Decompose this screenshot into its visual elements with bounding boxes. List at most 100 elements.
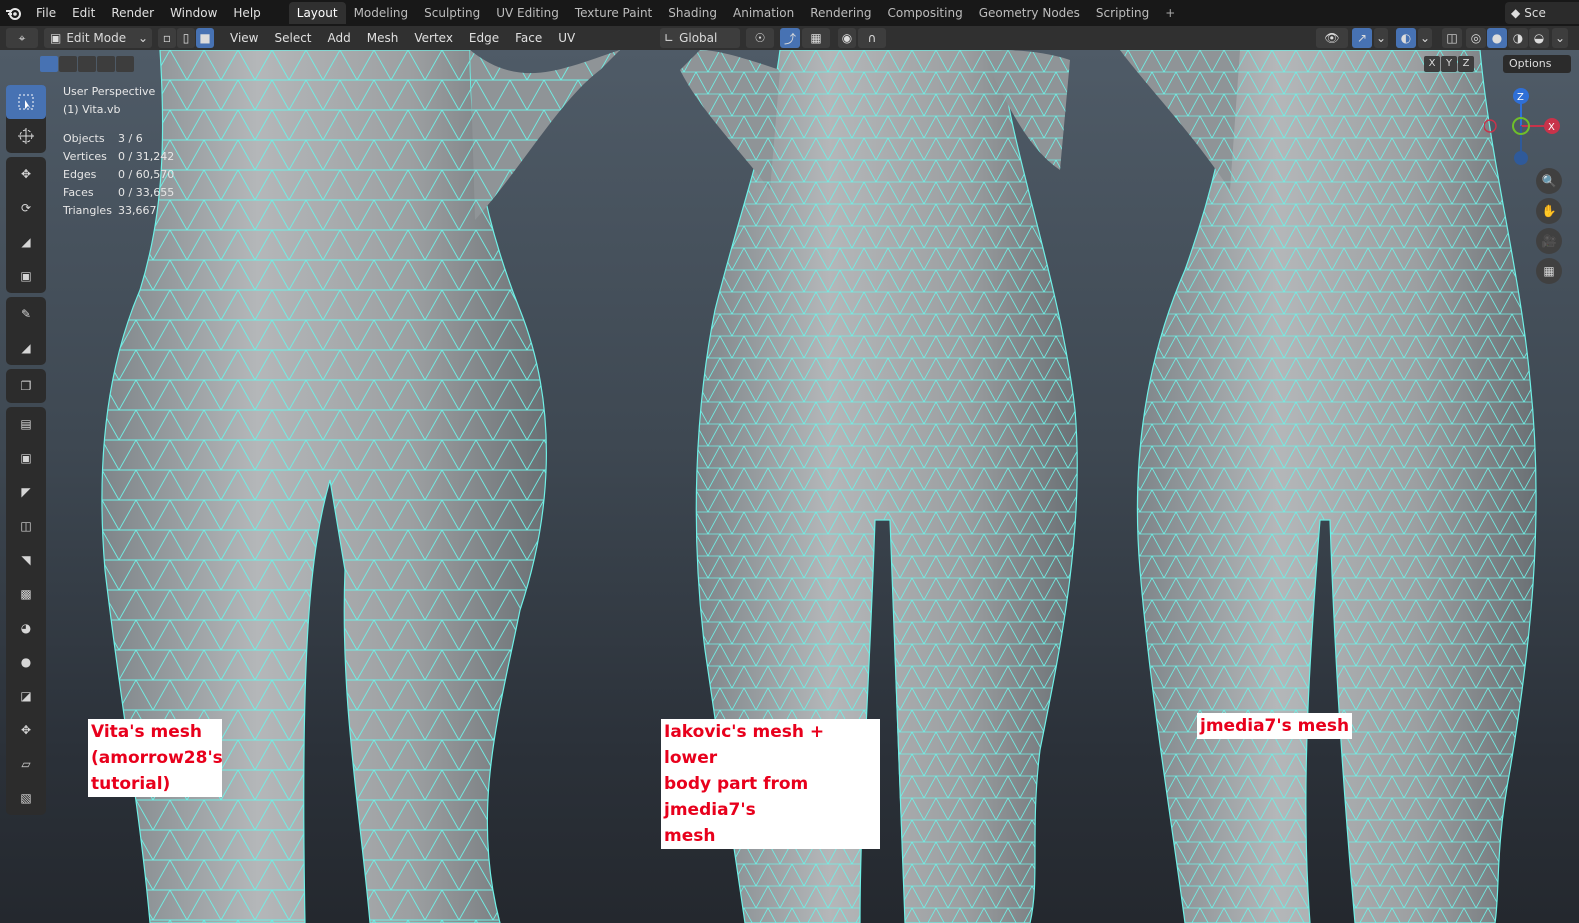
stat-value: 3 / 6 <box>118 132 143 145</box>
menu-edit[interactable]: Edit <box>64 0 103 26</box>
select-invert-icon[interactable] <box>97 56 115 72</box>
zoom-icon[interactable]: 🔍 <box>1536 168 1562 194</box>
menu-add[interactable]: Add <box>320 26 359 50</box>
select-intersect-icon[interactable] <box>116 56 134 72</box>
menu-mesh[interactable]: Mesh <box>359 26 407 50</box>
menu-face[interactable]: Face <box>507 26 550 50</box>
scene-selector[interactable]: ◆ Sce <box>1505 2 1579 24</box>
scene-icon: ◆ <box>1511 6 1521 20</box>
falloff-icon[interactable]: ∩ <box>858 28 886 48</box>
tab-scripting[interactable]: Scripting <box>1088 2 1157 24</box>
stat-row: Triangles 33,667 <box>63 202 174 220</box>
options-dropdown[interactable]: Options <box>1503 55 1571 73</box>
select-box-icon[interactable] <box>6 85 46 119</box>
menu-uv[interactable]: UV <box>550 26 583 50</box>
xray-toggle-icon[interactable]: ◫ <box>1442 28 1462 48</box>
extrude-icon[interactable]: ▤ <box>6 407 46 441</box>
rotate-icon[interactable]: ⟳ <box>6 191 46 225</box>
visibility-icon[interactable]: 👁 <box>1316 28 1348 48</box>
inset-icon[interactable]: ▣ <box>6 441 46 475</box>
vertex-select-icon[interactable]: ▫ <box>158 28 176 48</box>
editor-type-button[interactable]: ⌖ <box>6 28 38 48</box>
tab-shading[interactable]: Shading <box>660 2 725 24</box>
menu-window[interactable]: Window <box>162 0 225 26</box>
select-extend-icon[interactable] <box>59 56 77 72</box>
menu-render[interactable]: Render <box>103 0 162 26</box>
bevel-icon[interactable]: ◤ <box>6 475 46 509</box>
menu-select[interactable]: Select <box>266 26 319 50</box>
annotate-icon[interactable]: ✎ <box>6 297 46 331</box>
menu-file[interactable]: File <box>28 0 64 26</box>
stat-key: Objects <box>63 132 105 145</box>
spin-icon[interactable]: ◕ <box>6 611 46 645</box>
annotation-line: mesh <box>664 826 716 846</box>
menu-view[interactable]: View <box>222 26 266 50</box>
material-shading-icon[interactable]: ◑ <box>1508 28 1528 48</box>
top-bar: File Edit Render Window Help Layout Mode… <box>0 0 1579 26</box>
tab-uv-editing[interactable]: UV Editing <box>488 2 567 24</box>
cursor-icon[interactable] <box>6 119 46 153</box>
overlay-dropdown-icon[interactable]: ⌄ <box>1418 28 1432 48</box>
select-new-icon[interactable] <box>40 56 58 72</box>
pan-hand-icon[interactable]: ✋ <box>1536 198 1562 224</box>
stat-value: 0 / 33,655 <box>118 186 175 199</box>
snap-target-icon[interactable]: ▦ <box>802 28 830 48</box>
proportional-edit-icon[interactable]: ◉ <box>838 28 856 48</box>
face-select-icon[interactable]: ■ <box>196 28 214 48</box>
mesh-stats: Objects 3 / 6 Vertices 0 / 31,242 Edges 0 /… <box>63 130 174 220</box>
scale-icon[interactable]: ◢ <box>6 225 46 259</box>
annotation-line: tutorial) <box>91 774 171 794</box>
tab-compositing[interactable]: Compositing <box>879 2 970 24</box>
rendered-shading-icon[interactable]: ◒ <box>1529 28 1549 48</box>
neg-x-axis-icon[interactable] <box>1484 119 1497 133</box>
tab-layout[interactable]: Layout <box>288 2 346 24</box>
options-label: Options <box>1509 57 1552 70</box>
select-subtract-icon[interactable] <box>78 56 96 72</box>
edge-select-icon[interactable]: ▯ <box>177 28 195 48</box>
loop-cut-icon[interactable]: ◫ <box>6 509 46 543</box>
wireframe-shading-icon[interactable]: ◎ <box>1466 28 1486 48</box>
menu-help[interactable]: Help <box>225 0 268 26</box>
gizmo-dropdown-icon[interactable]: ⌄ <box>1374 28 1388 48</box>
tab-modeling[interactable]: Modeling <box>346 2 417 24</box>
tab-rendering[interactable]: Rendering <box>802 2 879 24</box>
edge-slide-icon[interactable]: ◪ <box>6 679 46 713</box>
gizmo-toggle-icon[interactable]: ↗ <box>1352 28 1372 48</box>
menu-edge[interactable]: Edge <box>461 26 507 50</box>
snap-toggle-icon[interactable]: ⤴ <box>780 28 800 48</box>
axis-x-button[interactable]: X <box>1424 56 1440 72</box>
menu-vertex[interactable]: Vertex <box>406 26 461 50</box>
add-cube-icon[interactable]: ❐ <box>6 369 46 403</box>
blender-logo-icon[interactable] <box>0 0 26 26</box>
smooth-icon[interactable]: ● <box>6 645 46 679</box>
poly-build-icon[interactable]: ▩ <box>6 577 46 611</box>
tab-texture-paint[interactable]: Texture Paint <box>567 2 660 24</box>
perspective-toggle-icon[interactable]: ▦ <box>1536 258 1562 284</box>
tab-sculpting[interactable]: Sculpting <box>416 2 488 24</box>
body-mesh-jmedia7 <box>1120 50 1537 923</box>
shading-dropdown-icon[interactable]: ⌄ <box>1552 28 1568 48</box>
shear-icon[interactable]: ▱ <box>6 747 46 781</box>
tab-geometry-nodes[interactable]: Geometry Nodes <box>971 2 1088 24</box>
transform-icon[interactable]: ▣ <box>6 259 46 293</box>
move-icon[interactable]: ✥ <box>6 157 46 191</box>
viewport-header: ⌖ ▣ Edit Mode ⌄ ▫ ▯ ■ View Select Add Me… <box>0 26 1579 50</box>
mode-selector[interactable]: ▣ Edit Mode ⌄ <box>44 28 152 48</box>
solid-shading-icon[interactable]: ● <box>1487 28 1507 48</box>
rip-region-icon[interactable]: ▧ <box>6 781 46 815</box>
workspace-tabs: Layout Modeling Sculpting UV Editing Tex… <box>288 0 1180 26</box>
shrink-fatten-icon[interactable]: ✥ <box>6 713 46 747</box>
add-workspace-button[interactable]: + <box>1161 4 1179 22</box>
measure-icon[interactable]: ◢ <box>6 331 46 365</box>
transform-orientation-selector[interactable]: ∟ Global <box>660 28 740 48</box>
overlay-toggle-icon[interactable]: ◐ <box>1396 28 1416 48</box>
axis-z-button[interactable]: Z <box>1458 56 1474 72</box>
axis-y-button[interactable]: Y <box>1441 56 1457 72</box>
pivot-point-icon[interactable]: ☉ <box>746 28 774 48</box>
neg-z-axis-icon[interactable] <box>1514 151 1528 165</box>
3d-viewport[interactable]: User Perspective (1) Vita.vb Objects 3 / … <box>0 50 1579 923</box>
tab-animation[interactable]: Animation <box>725 2 802 24</box>
camera-view-icon[interactable]: 🎥 <box>1536 228 1562 254</box>
knife-icon[interactable]: ◥ <box>6 543 46 577</box>
tool-group-mesh: ▤ ▣ ◤ ◫ ◥ ▩ ◕ ● ◪ ✥ ▱ ▧ <box>6 407 46 815</box>
